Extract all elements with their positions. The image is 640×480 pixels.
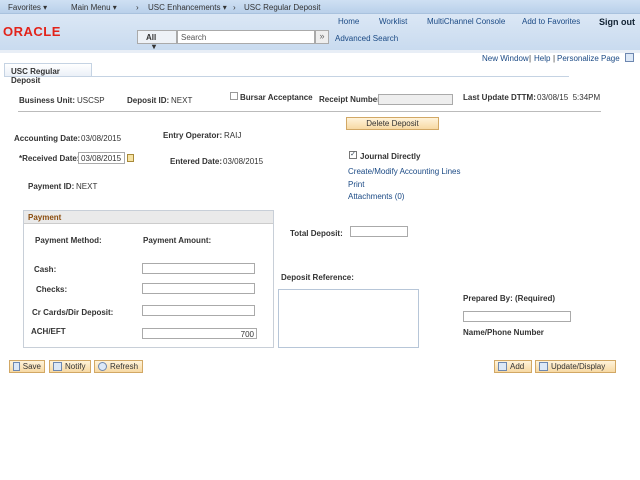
multichannel-console-link[interactable]: MultiChannel Console: [427, 17, 505, 26]
advanced-search-link[interactable]: Advanced Search: [335, 34, 398, 43]
entered-date-label: Entered Date:: [170, 157, 223, 166]
cash-label: Cash:: [34, 265, 57, 274]
divider: |: [529, 54, 532, 63]
print-link[interactable]: Print: [348, 180, 364, 189]
total-deposit-field[interactable]: [350, 226, 408, 237]
attachments-link[interactable]: Attachments (0): [348, 192, 404, 201]
payment-method-header: Payment Method:: [35, 236, 102, 245]
name-phone-label: Name/Phone Number: [463, 328, 544, 337]
bursar-acceptance-checkbox[interactable]: [230, 92, 238, 100]
checks-field[interactable]: [142, 283, 255, 294]
create-modify-accounting-lines-link[interactable]: Create/Modify Accounting Lines: [348, 167, 461, 176]
worklist-link[interactable]: Worklist: [379, 17, 407, 26]
add-to-favorites-link[interactable]: Add to Favorites: [522, 17, 580, 26]
journal-directly-label: Journal Directly: [360, 152, 421, 161]
business-unit-value: USCSP: [77, 96, 105, 105]
update-display-button[interactable]: Update/Display: [535, 360, 616, 373]
save-button[interactable]: Save: [9, 360, 45, 373]
breadcrumb-separator: ›: [136, 3, 139, 12]
main-menu[interactable]: Main Menu ▾: [71, 3, 117, 12]
search-go-button[interactable]: »: [315, 30, 329, 44]
payment-title: Payment: [24, 211, 273, 224]
notify-button[interactable]: Notify: [49, 360, 91, 373]
breadcrumb-separator: ›: [233, 3, 236, 12]
received-date-field[interactable]: 03/08/2015: [78, 152, 125, 164]
accounting-date-value: 03/08/2015: [81, 134, 122, 143]
receipt-number-label: Receipt Number: [319, 95, 381, 104]
tab-underline: [4, 76, 569, 77]
breadcrumb-usc-enhancements[interactable]: USC Enhancements ▾: [148, 3, 227, 12]
search-scope-select[interactable]: All ▾: [137, 30, 177, 51]
tab-usc-regular-deposit[interactable]: USC Regular Deposit: [4, 63, 92, 85]
bursar-acceptance-label: Bursar Acceptance: [240, 93, 313, 102]
accounting-date-label: Accounting Date:: [14, 134, 81, 143]
cash-field[interactable]: [142, 263, 255, 274]
payment-id-label: Payment ID:: [28, 182, 75, 191]
deposit-reference-label: Deposit Reference:: [281, 273, 354, 282]
total-deposit-label: Total Deposit:: [290, 229, 343, 238]
breadcrumb-bar: Favorites ▾ Main Menu ▾ › USC Enhancemen…: [0, 0, 640, 14]
deposit-reference-textarea[interactable]: [278, 289, 419, 348]
refresh-icon: [98, 362, 107, 371]
prepared-by-label: Prepared By: (Required): [463, 294, 556, 303]
home-link[interactable]: Home: [338, 17, 359, 26]
deposit-id-label: Deposit ID:: [127, 96, 170, 105]
ach-eft-label: ACH/EFT: [31, 327, 66, 336]
update-display-icon: [539, 362, 548, 371]
divider: |: [553, 54, 556, 63]
header-divider: [0, 50, 640, 53]
cr-cards-label: Cr Cards/Dir Deposit:: [32, 308, 114, 317]
save-label: Save: [22, 362, 41, 371]
search-scope-value: All: [146, 33, 157, 42]
personalize-page-link[interactable]: Personalize Page: [557, 54, 620, 63]
notify-icon: [53, 362, 62, 371]
cr-cards-field[interactable]: [142, 305, 255, 316]
favorites-menu[interactable]: Favorites ▾: [8, 3, 47, 12]
header: ORACLE Home Worklist MultiChannel Consol…: [0, 14, 640, 51]
update-display-label: Update/Display: [551, 362, 606, 371]
new-window-link[interactable]: New Window: [482, 54, 529, 63]
business-unit-label: Business Unit:: [19, 96, 76, 105]
add-label: Add: [510, 362, 525, 371]
oracle-logo: ORACLE: [3, 24, 61, 39]
calendar-icon[interactable]: [127, 154, 134, 162]
add-button[interactable]: Add: [494, 360, 532, 373]
entry-operator-value: RAIJ: [224, 131, 242, 140]
last-update-label: Last Update DTTM:: [463, 93, 536, 102]
deposit-id-value: NEXT: [171, 96, 193, 105]
ach-eft-field[interactable]: 700: [142, 328, 257, 339]
payment-id-value: NEXT: [76, 182, 98, 191]
journal-directly-checkbox[interactable]: ✓: [349, 151, 357, 159]
search-input[interactable]: Search: [177, 30, 315, 44]
receipt-number-field[interactable]: [378, 94, 453, 105]
help-link[interactable]: Help: [534, 54, 550, 63]
add-icon: [498, 362, 507, 371]
grid-icon[interactable]: [625, 53, 634, 62]
received-date-label: *Received Date:: [19, 154, 80, 163]
refresh-label: Refresh: [110, 362, 139, 371]
divider: [18, 111, 601, 112]
payment-amount-header: Payment Amount:: [143, 236, 212, 245]
refresh-button[interactable]: Refresh: [94, 360, 143, 373]
prepared-by-field[interactable]: [463, 311, 571, 322]
notify-label: Notify: [65, 362, 86, 371]
save-icon: [13, 362, 20, 371]
breadcrumb-current: USC Regular Deposit: [244, 3, 321, 12]
entry-operator-label: Entry Operator:: [163, 131, 223, 140]
sign-out-link[interactable]: Sign out: [599, 17, 635, 27]
delete-deposit-button[interactable]: Delete Deposit: [346, 117, 439, 130]
last-update-value: 03/08/15 5:34PM: [537, 93, 601, 102]
entered-date-value: 03/08/2015: [223, 157, 264, 166]
checks-label: Checks:: [36, 285, 68, 294]
